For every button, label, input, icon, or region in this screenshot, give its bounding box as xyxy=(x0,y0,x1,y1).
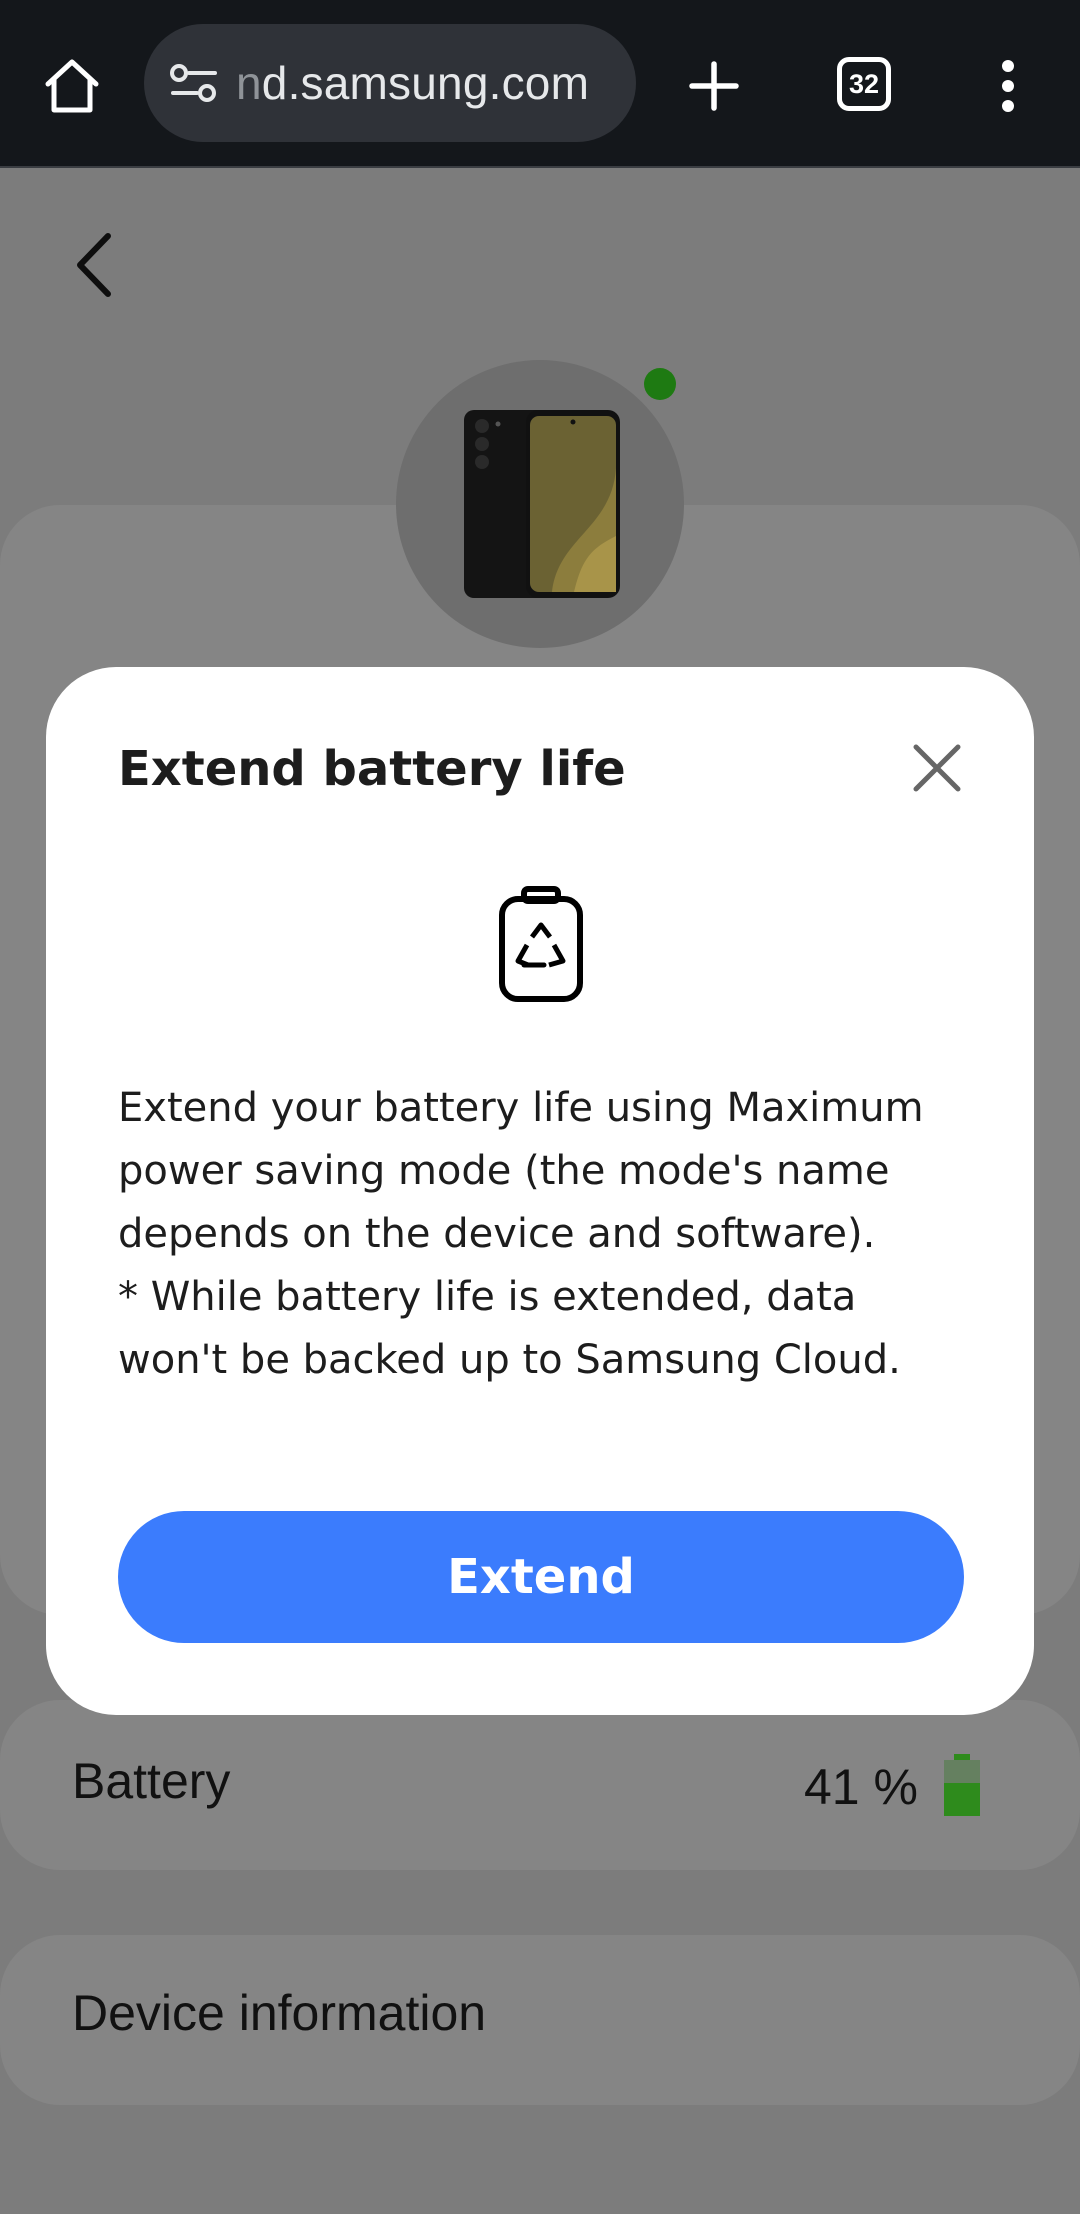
url-text[interactable]: nd.samsung.com xyxy=(236,56,589,110)
tab-count: 32 xyxy=(848,68,880,99)
dialog-body-note: * While battery life is extended, data w… xyxy=(118,1274,901,1383)
back-button[interactable] xyxy=(60,220,130,310)
new-tab-button[interactable] xyxy=(672,44,756,128)
home-button[interactable] xyxy=(30,44,114,128)
site-settings-icon[interactable] xyxy=(166,55,222,111)
url-main: d.samsung.com xyxy=(261,57,590,109)
more-vert-icon xyxy=(1002,60,1014,112)
address-bar[interactable]: nd.samsung.com xyxy=(144,24,636,142)
browser-toolbar: nd.samsung.com 32 xyxy=(0,0,1080,168)
dialog-body-main: Extend your battery life using Maximum p… xyxy=(118,1085,924,1257)
plus-icon xyxy=(689,61,739,111)
dialog-title: Extend battery life xyxy=(118,741,626,797)
online-status-dot xyxy=(644,368,676,400)
battery-level-icon xyxy=(944,1754,980,1816)
url-faded: n xyxy=(236,57,262,109)
tabs-icon: 32 xyxy=(837,57,891,111)
battery-value: 41 % xyxy=(804,1759,918,1815)
dialog-body: Extend your battery life using Maximum p… xyxy=(118,1077,978,1392)
back-arrow-icon xyxy=(77,233,111,297)
tab-switcher-button[interactable]: 32 xyxy=(822,42,906,126)
extend-button[interactable]: Extend xyxy=(118,1511,964,1643)
home-icon xyxy=(45,59,99,113)
close-button[interactable] xyxy=(906,737,968,799)
device-info-label: Device information xyxy=(72,1985,487,2041)
more-menu-button[interactable] xyxy=(966,44,1050,128)
screen: nd.samsung.com 32 Battery 41 % Device in… xyxy=(0,0,1080,2214)
battery-label: Battery xyxy=(72,1753,231,1809)
battery-recycle-icon xyxy=(499,886,583,1002)
extend-battery-dialog: Extend battery life Extend your battery … xyxy=(46,667,1034,1715)
phone-image xyxy=(464,410,620,598)
close-icon xyxy=(913,744,961,792)
